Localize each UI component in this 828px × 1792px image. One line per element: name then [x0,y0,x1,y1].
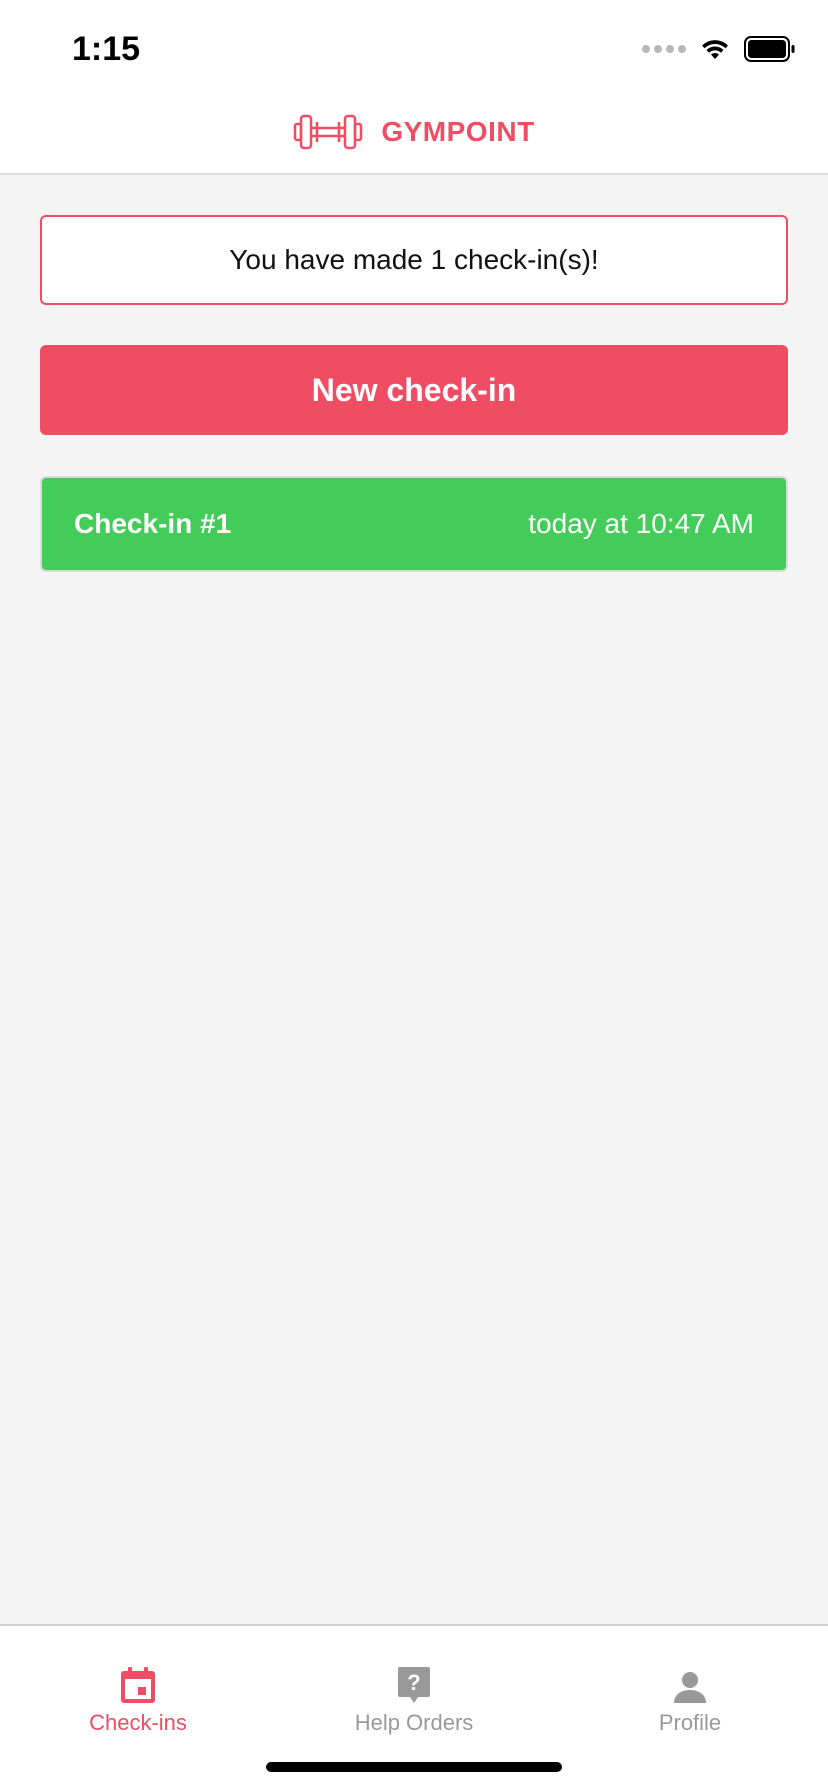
dumbbell-icon [294,114,363,149]
tab-checkins[interactable]: Check-ins [0,1626,276,1736]
wifi-icon [702,40,728,59]
person-icon [674,1672,706,1703]
calendar-icon [121,1667,155,1703]
tab-label-profile: Profile [658,1710,722,1735]
cellular-signal-icon [642,45,686,53]
status-indicators [642,34,796,64]
svg-text:?: ? [407,1670,420,1695]
new-checkin-button[interactable]: New check-in [40,345,788,435]
tab-help-orders[interactable]: ? Help Orders [276,1626,552,1736]
checkin-count-summary: You have made 1 check-in(s)! [40,215,788,305]
checkin-list-item: Check-in #1 today at 10:47 AM [40,476,788,572]
tab-profile[interactable]: Profile [552,1626,828,1736]
checkin-time: today at 10:47 AM [528,508,754,539]
help-bubble-icon: ? [398,1667,430,1703]
app-header: GYMPOINT [0,90,828,175]
tab-label-checkins: Check-ins [89,1710,187,1735]
status-bar: 1:15 [0,0,828,90]
brand-title: GYMPOINT [381,115,535,147]
status-time: 1:15 [72,30,141,68]
tab-label-help-orders: Help Orders [354,1710,474,1735]
checkin-title: Check-in #1 [74,508,232,539]
home-indicator[interactable] [266,1762,562,1772]
battery-icon [744,36,795,62]
